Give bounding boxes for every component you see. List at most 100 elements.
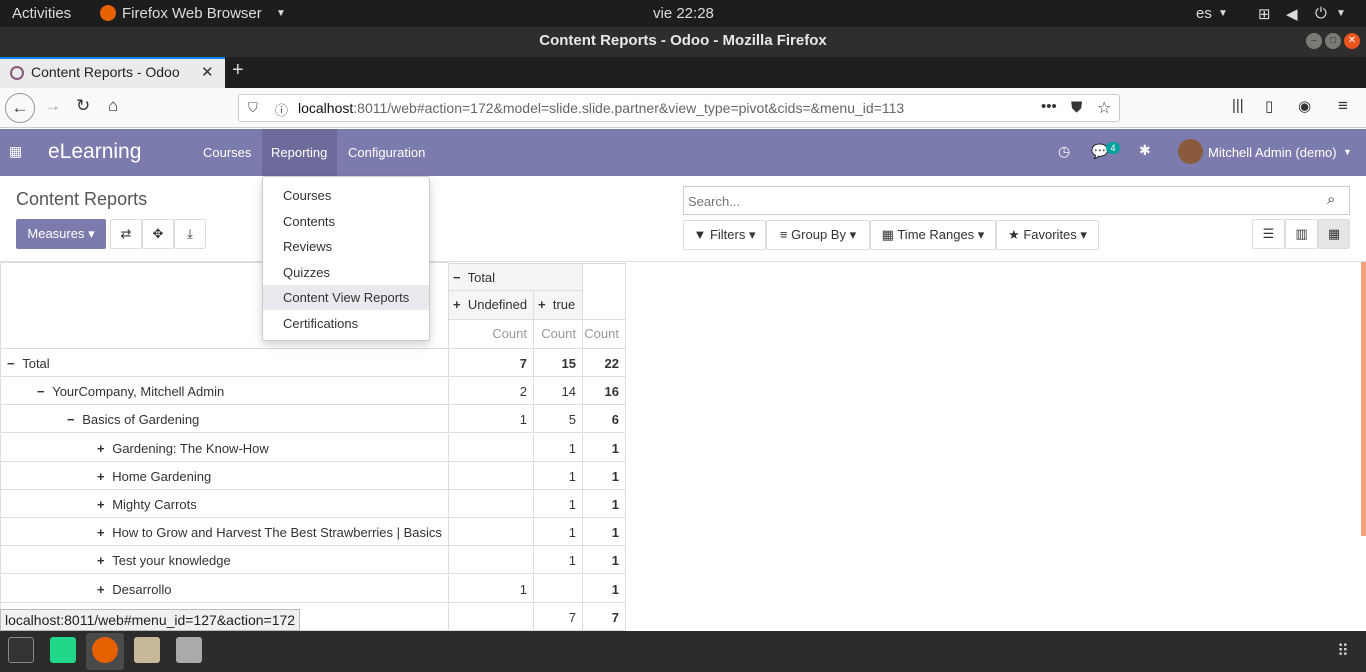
bug-icon[interactable]: ✱: [1139, 142, 1151, 159]
back-icon[interactable]: ←: [5, 93, 35, 123]
expand-icon[interactable]: +: [97, 441, 108, 456]
expand-icon[interactable]: +: [97, 553, 108, 568]
dropdown-item-contents[interactable]: Contents: [263, 209, 429, 234]
pivot-cell-true[interactable]: 1: [534, 462, 583, 490]
activities-button[interactable]: Activities: [12, 5, 71, 22]
clock-icon[interactable]: ◷: [1058, 143, 1070, 160]
clock[interactable]: vie 22:28: [653, 5, 714, 22]
pivot-cell-undef[interactable]: [449, 546, 534, 574]
collapse-icon[interactable]: −: [37, 384, 48, 399]
app-title[interactable]: eLearning: [48, 140, 141, 164]
bookmark-star-icon[interactable]: ☆: [1097, 98, 1111, 118]
pivot-row-header[interactable]: + Home Gardening: [0, 462, 449, 490]
expand-all-icon[interactable]: ✥: [142, 219, 174, 249]
home-icon[interactable]: ⌂: [108, 96, 118, 116]
pivot-row-header[interactable]: + Desarrollo: [0, 575, 449, 603]
browser-tab[interactable]: Content Reports - Odoo ✕: [0, 57, 225, 88]
pivot-row-header[interactable]: + Mighty Carrots: [0, 490, 449, 518]
avatar[interactable]: [1178, 139, 1203, 164]
download-icon[interactable]: ⤓: [174, 219, 206, 249]
pivot-cell-total[interactable]: 1: [583, 546, 626, 574]
pivot-cell-true[interactable]: [534, 575, 583, 603]
pivot-cell-undef[interactable]: [449, 434, 534, 462]
close-tab-icon[interactable]: ✕: [201, 63, 214, 81]
shield-icon[interactable]: ⛉: [248, 100, 258, 116]
terminal-icon[interactable]: [8, 637, 34, 663]
more-icon[interactable]: •••: [1041, 98, 1057, 115]
pivot-cell-total[interactable]: 7: [583, 603, 626, 631]
pivot-cell-true[interactable]: 15: [534, 349, 583, 377]
reload-icon[interactable]: ↻: [76, 96, 90, 116]
search-icon[interactable]: ⌕: [1327, 191, 1335, 208]
volume-icon[interactable]: ◀: [1286, 5, 1298, 23]
pivot-cell-total[interactable]: 1: [583, 575, 626, 603]
dropdown-item-reviews[interactable]: Reviews: [263, 234, 429, 259]
network-icon[interactable]: ⊞: [1258, 5, 1271, 23]
sidebar-icon[interactable]: ▯: [1265, 97, 1273, 115]
minimize-icon[interactable]: –: [1306, 33, 1322, 49]
info-icon[interactable]: ⓘ: [275, 100, 288, 119]
library-icon[interactable]: |||: [1232, 97, 1244, 114]
printer-icon[interactable]: [176, 637, 202, 663]
pivot-row-header[interactable]: + How to Grow and Harvest The Best Straw…: [0, 518, 449, 546]
dropdown-item-quizzes[interactable]: Quizzes: [263, 260, 429, 285]
pivot-cell-true[interactable]: 1: [534, 434, 583, 462]
measures-button[interactable]: Measures ▾: [16, 219, 106, 249]
expand-icon[interactable]: +: [97, 525, 108, 540]
expand-icon[interactable]: +: [97, 469, 108, 484]
pivot-view-icon[interactable]: ▦: [1318, 219, 1350, 249]
time-ranges-button[interactable]: ▦ Time Ranges ▾: [870, 220, 996, 250]
pivot-row-header[interactable]: − YourCompany, Mitchell Admin: [0, 377, 449, 405]
col-header-undefined[interactable]: + Undefined: [449, 291, 534, 320]
pivot-cell-undef[interactable]: [449, 603, 534, 631]
firefox-icon[interactable]: [92, 637, 118, 663]
show-apps-icon[interactable]: ⠿: [1337, 641, 1349, 661]
pivot-cell-undef[interactable]: 1: [449, 575, 534, 603]
forward-icon[interactable]: →: [44, 96, 61, 116]
pivot-cell-total[interactable]: 16: [583, 377, 626, 405]
pivot-cell-undef[interactable]: 2: [449, 377, 534, 405]
pivot-cell-undef[interactable]: [449, 518, 534, 546]
maximize-icon[interactable]: □: [1325, 33, 1341, 49]
list-view-icon[interactable]: ☰: [1252, 219, 1285, 249]
menu-icon[interactable]: ≡: [1338, 96, 1348, 116]
col-header-true[interactable]: + true: [534, 291, 583, 320]
pivot-cell-undef[interactable]: 1: [449, 405, 534, 433]
pivot-cell-true[interactable]: 1: [534, 518, 583, 546]
pivot-cell-total[interactable]: 1: [583, 518, 626, 546]
pocket-icon[interactable]: ⛊: [1071, 99, 1082, 116]
graph-view-icon[interactable]: ▥: [1285, 219, 1318, 249]
apps-grid-icon[interactable]: ▦: [9, 143, 22, 160]
menu-courses[interactable]: Courses: [203, 145, 251, 160]
pivot-cell-total[interactable]: 6: [583, 405, 626, 433]
pivot-cell-true[interactable]: 7: [534, 603, 583, 631]
pivot-cell-true[interactable]: 5: [534, 405, 583, 433]
pivot-cell-total[interactable]: 1: [583, 434, 626, 462]
dropdown-item-content-view-reports[interactable]: Content View Reports: [263, 285, 429, 310]
flip-axis-icon[interactable]: ⇄: [110, 219, 142, 249]
pivot-row-header[interactable]: − Total: [0, 349, 449, 377]
new-tab-icon[interactable]: +: [232, 59, 244, 82]
language-indicator[interactable]: es: [1196, 5, 1212, 22]
scrollbar[interactable]: [1361, 262, 1366, 536]
collapse-icon[interactable]: −: [67, 412, 78, 427]
filters-button[interactable]: ▼ Filters ▾: [683, 220, 766, 250]
expand-icon[interactable]: +: [97, 582, 108, 597]
pivot-cell-total[interactable]: 1: [583, 462, 626, 490]
pivot-cell-undef[interactable]: [449, 490, 534, 518]
pivot-row-header[interactable]: + Test your knowledge: [0, 546, 449, 574]
group-by-button[interactable]: ≡ Group By ▾: [766, 220, 870, 250]
pivot-cell-undef[interactable]: [449, 462, 534, 490]
close-icon[interactable]: ✕: [1344, 33, 1360, 49]
pivot-cell-undef[interactable]: 7: [449, 349, 534, 377]
pivot-cell-true[interactable]: 14: [534, 377, 583, 405]
menu-reporting[interactable]: Reporting: [271, 145, 327, 160]
pivot-row-header[interactable]: − Basics of Gardening: [0, 405, 449, 433]
dropdown-item-certifications[interactable]: Certifications: [263, 311, 429, 336]
app-menu[interactable]: Firefox Web Browser: [122, 5, 262, 22]
pycharm-icon[interactable]: [50, 637, 76, 663]
pivot-cell-true[interactable]: 1: [534, 546, 583, 574]
collapse-icon[interactable]: −: [7, 356, 18, 371]
url-bar[interactable]: ⛉ ⓘ localhost:8011/web#action=172&model=…: [238, 94, 1120, 122]
pivot-cell-total[interactable]: 22: [583, 349, 626, 377]
